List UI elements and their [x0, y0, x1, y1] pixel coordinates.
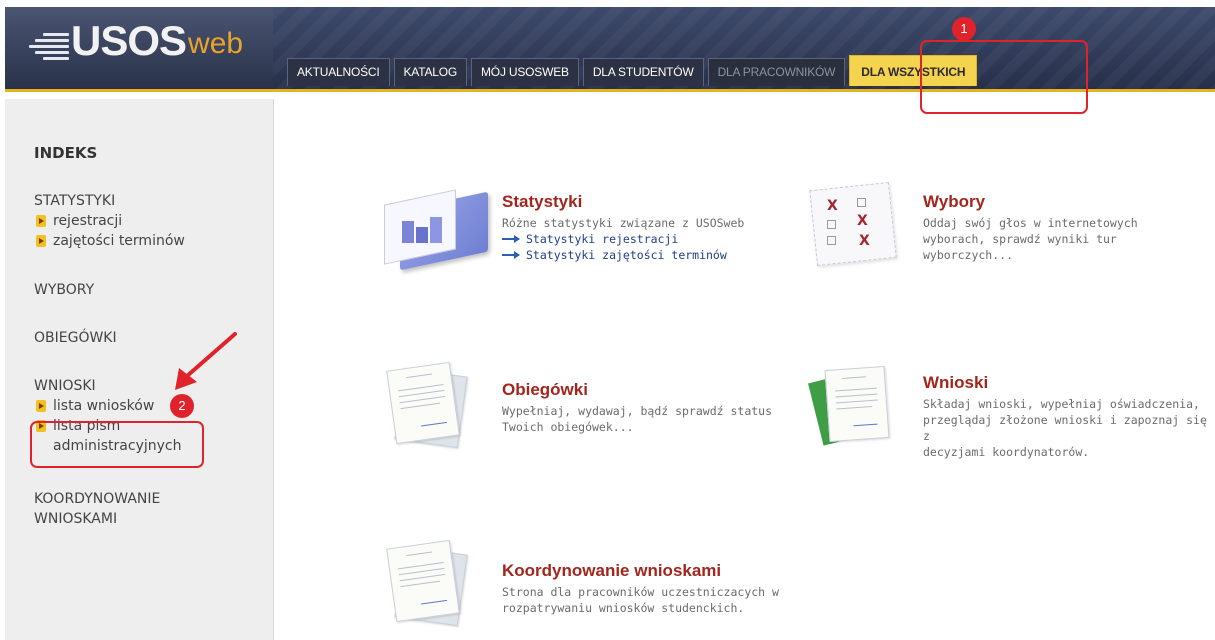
logo-accent-text: web	[188, 27, 244, 60]
tab-dla-studentow[interactable]: DLA STUDENTÓW	[582, 58, 704, 86]
annotation-box-2	[30, 421, 204, 468]
annotation-box-1	[920, 40, 1088, 114]
tab-aktualnosci[interactable]: AKTUALNOŚCI	[287, 58, 390, 86]
annotation-number-2: 2	[170, 394, 194, 418]
card-title-obiegowki[interactable]: Obiegówki	[502, 380, 772, 400]
card-title-wnioski[interactable]: Wnioski	[923, 373, 1215, 393]
sidebar-item-obiegowki[interactable]: OBIEGÓWKI	[34, 328, 117, 348]
tab-moj-usosweb[interactable]: MÓJ USOSWEB	[471, 58, 579, 86]
card-wnioski: Wnioski Składaj wnioski, wypełniaj oświa…	[923, 373, 1215, 460]
annotation-number-1: 1	[952, 17, 976, 41]
sidebar-item-lista-wnioskow[interactable]: lista wniosków	[34, 396, 181, 416]
card-statystyki: Statystyki Różne statystyki związane z U…	[502, 192, 744, 263]
arrow-right-icon	[502, 250, 522, 260]
sidebar-item-statystyki[interactable]: STATYSTYKI	[34, 191, 185, 211]
card-title-wybory[interactable]: Wybory	[923, 192, 1138, 212]
sidebar-item-rejestracji[interactable]: rejestracji	[34, 211, 185, 231]
card-desc: Oddaj swój głos w internetowych wyborach…	[923, 216, 1138, 262]
card-koordynowanie: Koordynowanie wnioskami Strona dla praco…	[502, 561, 779, 616]
tab-dla-pracownikow[interactable]: DLA PRACOWNIKÓW	[707, 58, 846, 86]
sidebar-item-label: zajętości terminów	[53, 233, 185, 249]
card-desc: Strona dla pracowników uczestniczacych w…	[502, 585, 779, 615]
link-statystyki-zajetosci-terminow[interactable]: Statystyki zajętości terminów	[502, 247, 744, 263]
logo-lines-icon	[27, 27, 69, 63]
sidebar-item-wnioski[interactable]: WNIOSKI	[34, 376, 181, 396]
voting-illustration-icon: X X X	[805, 180, 897, 272]
bullet-icon	[36, 235, 46, 247]
card-desc: Wypełniaj, wydawaj, bądź sprawdź status …	[502, 404, 773, 434]
main-tabs: AKTUALNOŚCI KATALOG MÓJ USOSWEB DLA STUD…	[287, 55, 978, 86]
sidebar-item-wybory[interactable]: WYBORY	[34, 280, 94, 300]
card-wybory: Wybory Oddaj swój głos w internetowych w…	[923, 192, 1138, 263]
card-desc: Składaj wnioski, wypełniaj oświadczenia,…	[923, 397, 1207, 459]
sidebar-section-statystyki: STATYSTYKI rejestracji zajętości terminó…	[34, 191, 185, 251]
link-statystyki-rejestracji[interactable]: Statystyki rejestracji	[502, 231, 744, 247]
sidebar-item-koordynowanie[interactable]: KOORDYNOWANIE WNIOSKAMI	[34, 489, 160, 529]
sidebar-item-zajetosci-terminow[interactable]: zajętości terminów	[34, 231, 185, 251]
coordination-illustration-icon	[385, 539, 483, 628]
logo-area: USOS web	[5, 7, 273, 92]
sidebar-item-label: rejestracji	[53, 213, 123, 229]
applications-illustration-icon	[805, 362, 903, 450]
card-title-statystyki[interactable]: Statystyki	[502, 192, 744, 212]
card-desc: Różne statystyki związane z USOSweb	[502, 216, 745, 230]
statistics-illustration-icon	[382, 189, 492, 273]
bullet-icon	[36, 400, 46, 412]
annotation-arrow-icon	[175, 332, 237, 390]
document-illustration-icon	[385, 361, 483, 450]
sidebar-title: INDEKS	[34, 144, 98, 162]
card-obiegowki: Obiegówki Wypełniaj, wydawaj, bądź spraw…	[502, 380, 772, 435]
card-title-koordynowanie[interactable]: Koordynowanie wnioskami	[502, 561, 779, 581]
sidebar-item-label: lista wniosków	[53, 398, 155, 414]
tab-katalog[interactable]: KATALOG	[393, 58, 468, 86]
usosweb-logo[interactable]: USOS web	[27, 19, 243, 63]
arrow-right-icon	[502, 234, 522, 244]
logo-text: USOS	[71, 17, 187, 64]
bullet-icon	[36, 215, 46, 227]
